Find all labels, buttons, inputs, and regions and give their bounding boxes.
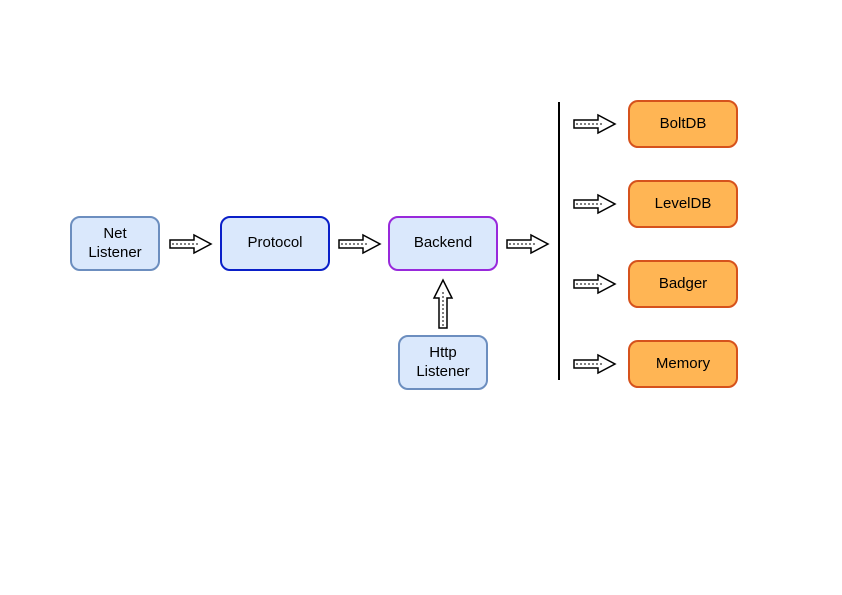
arrow-net-to-protocol: [168, 233, 213, 255]
arrow-to-badger: [572, 273, 617, 295]
node-boltdb: BoltDB: [628, 100, 738, 148]
arrow-to-leveldb: [572, 193, 617, 215]
node-badger: Badger: [628, 260, 738, 308]
node-http-listener-label: Http Listener: [416, 344, 469, 382]
node-protocol: Protocol: [220, 216, 330, 271]
arrow-to-memory: [572, 353, 617, 375]
arrow-protocol-to-backend: [337, 233, 382, 255]
node-protocol-label: Protocol: [247, 234, 302, 253]
node-boltdb-label: BoltDB: [660, 115, 707, 134]
arrow-http-to-backend: [432, 278, 454, 330]
node-http-listener: Http Listener: [398, 335, 488, 390]
node-net-listener-label: Net Listener: [88, 225, 141, 263]
node-leveldb: LevelDB: [628, 180, 738, 228]
node-backend: Backend: [388, 216, 498, 271]
storage-divider: [558, 102, 560, 380]
node-memory-label: Memory: [656, 355, 710, 374]
node-leveldb-label: LevelDB: [655, 195, 712, 214]
arrow-to-boltdb: [572, 113, 617, 135]
node-memory: Memory: [628, 340, 738, 388]
node-badger-label: Badger: [659, 275, 707, 294]
node-backend-label: Backend: [414, 234, 472, 253]
node-net-listener: Net Listener: [70, 216, 160, 271]
arrow-backend-to-storage: [505, 233, 550, 255]
